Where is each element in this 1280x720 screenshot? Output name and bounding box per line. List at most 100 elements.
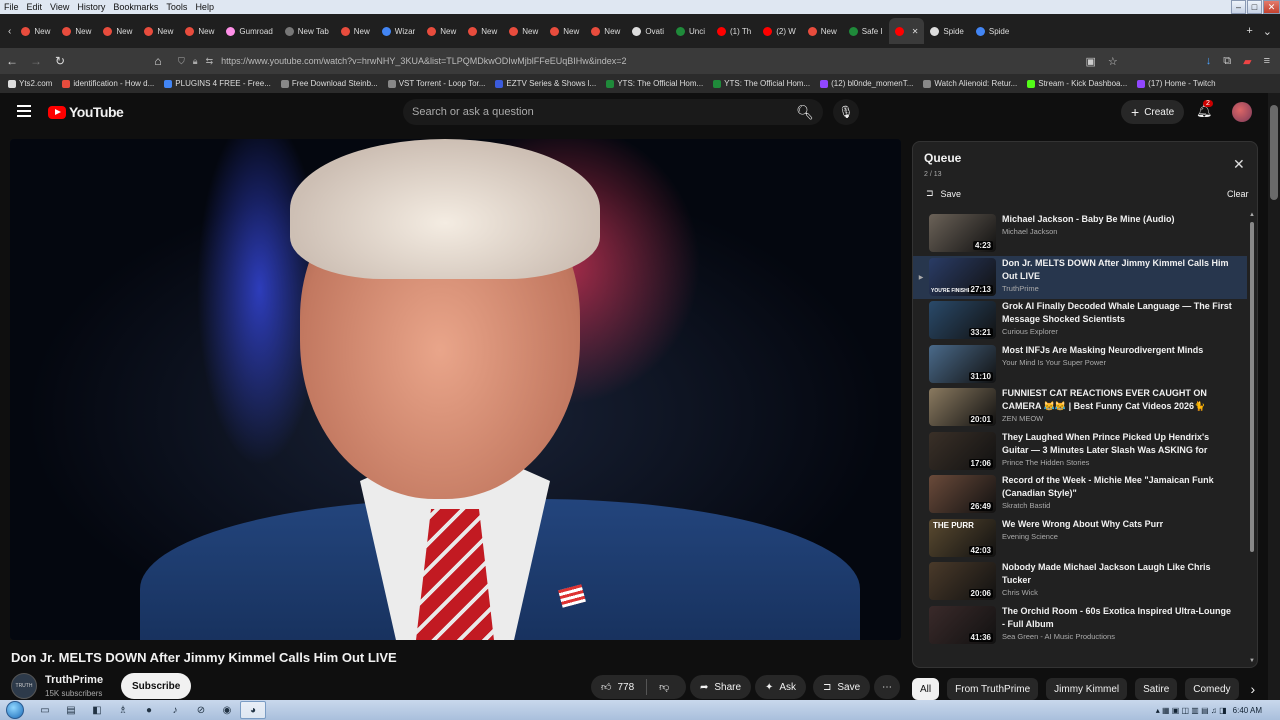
- bookmark-item[interactable]: PLUGINS 4 FREE - Free...: [164, 79, 271, 88]
- queue-item-channel[interactable]: Michael Jackson: [1002, 227, 1232, 236]
- menu-edit[interactable]: Edit: [23, 2, 47, 12]
- queue-item-title[interactable]: Michael Jackson - Baby Be Mine (Audio): [1002, 213, 1232, 226]
- bookmark-item[interactable]: VST Torrent - Loop Tor...: [387, 79, 485, 88]
- queue-item[interactable]: 33:21 Grok AI Finally Decoded Whale Langu…: [913, 299, 1247, 343]
- browser-tab[interactable]: New: [138, 18, 179, 44]
- bookmark-item[interactable]: (12) bl0nde_momenT...: [820, 79, 913, 88]
- queue-item-channel[interactable]: ZEN MEOW: [1002, 414, 1232, 423]
- forward-icon[interactable]: →: [24, 54, 48, 68]
- queue-clear-button[interactable]: Clear: [1227, 189, 1249, 199]
- queue-item-channel[interactable]: Evening Science: [1002, 532, 1232, 541]
- taskbar-explorer-icon[interactable]: ▭: [32, 701, 58, 719]
- avatar[interactable]: [1232, 102, 1252, 122]
- browser-tab[interactable]: New: [15, 18, 56, 44]
- menu-help[interactable]: Help: [191, 2, 218, 12]
- scrollbar-thumb[interactable]: [1250, 222, 1254, 552]
- queue-item-thumbnail[interactable]: 41:36: [929, 605, 996, 644]
- browser-tab[interactable]: New: [802, 18, 843, 44]
- close-window-button[interactable]: ✕: [1263, 0, 1280, 14]
- browser-tab[interactable]: New: [585, 18, 626, 44]
- search-input[interactable]: Search or ask a question: [403, 99, 823, 125]
- url-field[interactable]: ⛉ 🔒︎ ⇆ https://www.youtube.com/watch?v=h…: [178, 51, 1085, 71]
- chip-all[interactable]: All: [912, 678, 940, 700]
- channel-avatar[interactable]: TRUTH: [11, 673, 37, 699]
- browser-tab[interactable]: Ovati: [626, 18, 670, 44]
- back-icon[interactable]: ←: [0, 54, 24, 68]
- downloads-icon[interactable]: ↓: [1206, 55, 1212, 68]
- share-button[interactable]: ➦ Share: [690, 675, 752, 699]
- browser-tab[interactable]: New Tab: [279, 18, 335, 44]
- browser-tab[interactable]: New: [462, 18, 503, 44]
- browser-tab[interactable]: New: [544, 18, 585, 44]
- browser-tab[interactable]: Unci: [670, 18, 711, 44]
- queue-item-title[interactable]: The Orchid Room - 60s Exotica Inspired U…: [1002, 605, 1232, 631]
- browser-tab[interactable]: (1) Th: [711, 18, 757, 44]
- browser-tab[interactable]: Wizar: [376, 18, 421, 44]
- scroll-up-icon[interactable]: ▲: [1249, 212, 1255, 218]
- browser-tab[interactable]: (2) W: [757, 18, 802, 44]
- home-icon[interactable]: ⌂: [146, 54, 170, 68]
- queue-item-thumbnail[interactable]: 33:21: [929, 301, 996, 339]
- queue-item-thumbnail[interactable]: 31:10: [929, 344, 996, 383]
- like-icon[interactable]: 👍︎: [601, 681, 611, 693]
- reader-view-icon[interactable]: ▣: [1085, 55, 1095, 68]
- chevron-right-icon[interactable]: ›: [1251, 681, 1256, 697]
- create-button[interactable]: + Create: [1121, 100, 1185, 124]
- queue-item-title[interactable]: Nobody Made Michael Jackson Laugh Like C…: [1002, 561, 1232, 587]
- menu-tools[interactable]: Tools: [162, 2, 191, 12]
- queue-save-button[interactable]: ⊐ Save: [926, 188, 961, 199]
- channel-name[interactable]: TruthPrime: [45, 674, 103, 686]
- browser-tab[interactable]: New: [97, 18, 138, 44]
- menu-bookmarks[interactable]: Bookmarks: [109, 2, 162, 12]
- bookmark-item[interactable]: identification - How d...: [62, 79, 154, 88]
- queue-item-channel[interactable]: Skratch Bastid: [1002, 501, 1232, 510]
- browser-tab[interactable]: New: [503, 18, 544, 44]
- queue-item-title[interactable]: Most INFJs Are Masking Neurodivergent Mi…: [1002, 344, 1232, 357]
- queue-item-thumbnail[interactable]: 26:49: [929, 475, 996, 513]
- menu-hamburger-icon[interactable]: [17, 105, 31, 117]
- queue-item-channel[interactable]: Chris Wick: [1002, 588, 1232, 597]
- close-icon[interactable]: ✕: [1233, 156, 1245, 173]
- queue-item-channel[interactable]: Sea Green - AI Music Productions: [1002, 632, 1232, 641]
- taskbar-app-icon[interactable]: ⊘: [188, 701, 214, 719]
- save-button[interactable]: ⊐ Save: [813, 675, 871, 699]
- maximize-button[interactable]: □: [1247, 0, 1262, 14]
- minimize-button[interactable]: –: [1231, 0, 1246, 14]
- video-player[interactable]: [10, 139, 901, 640]
- queue-item-thumbnail[interactable]: YOU'RE FINISHED 27:13: [929, 257, 996, 296]
- tab-scroll-left-icon[interactable]: ‹: [0, 26, 15, 37]
- taskbar-app-icon[interactable]: ◧: [84, 701, 110, 719]
- start-button-icon[interactable]: [6, 701, 24, 719]
- queue-item[interactable]: 41:36 The Orchid Room - 60s Exotica Inspi…: [913, 604, 1247, 648]
- scroll-down-icon[interactable]: ▼: [1249, 658, 1255, 664]
- bookmark-item[interactable]: (17) Home - Twitch: [1137, 79, 1216, 88]
- browser-tab[interactable]: Safe I: [843, 18, 889, 44]
- queue-item-title[interactable]: Record of the Week - Michie Mee "Jamaica…: [1002, 474, 1232, 500]
- like-count[interactable]: 778: [617, 682, 634, 693]
- tab-list-icon[interactable]: ⌄: [1263, 25, 1272, 38]
- menu-history[interactable]: History: [73, 2, 109, 12]
- bookmark-star-icon[interactable]: ☆: [1108, 55, 1118, 68]
- queue-item[interactable]: 31:10 Most INFJs Are Masking Neurodiverge…: [913, 343, 1247, 387]
- subscribe-button[interactable]: Subscribe: [121, 673, 192, 699]
- extensions-icon[interactable]: ⧉: [1223, 55, 1231, 68]
- chip-satire[interactable]: Satire: [1135, 678, 1178, 700]
- queue-item-thumbnail[interactable]: THE PURR 42:03: [929, 518, 996, 557]
- queue-item[interactable]: ▶ YOU'RE FINISHED 27:13 Don Jr. MELTS DOWN …: [913, 255, 1247, 299]
- browser-tab[interactable]: New: [179, 18, 220, 44]
- queue-item-channel[interactable]: Your Mind Is Your Super Power: [1002, 358, 1232, 367]
- queue-item-title[interactable]: Don Jr. MELTS DOWN After Jimmy Kimmel Ca…: [1002, 257, 1232, 283]
- bookmark-item[interactable]: YTS: The Official Hom...: [713, 79, 810, 88]
- queue-scrollbar[interactable]: ▲ ▼: [1249, 212, 1255, 664]
- new-tab-icon[interactable]: +: [1246, 25, 1252, 38]
- queue-item-thumbnail[interactable]: 20:06: [929, 562, 996, 600]
- menu-view[interactable]: View: [46, 2, 73, 12]
- microphone-icon[interactable]: 🎙︎: [833, 99, 859, 125]
- queue-item[interactable]: THE PURR 42:03 We Were Wrong About Why Cat…: [913, 517, 1247, 561]
- tray-icons[interactable]: ▴ ▦ ▣ ◫ ▥ ▤ ♫ ◨: [1156, 706, 1227, 715]
- browser-tab[interactable]: New: [335, 18, 376, 44]
- queue-item-title[interactable]: They Laughed When Prince Picked Up Hendr…: [1002, 431, 1232, 457]
- taskbar-app-icon[interactable]: ♗: [110, 701, 136, 719]
- queue-item-thumbnail[interactable]: 20:01: [929, 388, 996, 426]
- page-scrollbar-thumb[interactable]: [1270, 105, 1278, 200]
